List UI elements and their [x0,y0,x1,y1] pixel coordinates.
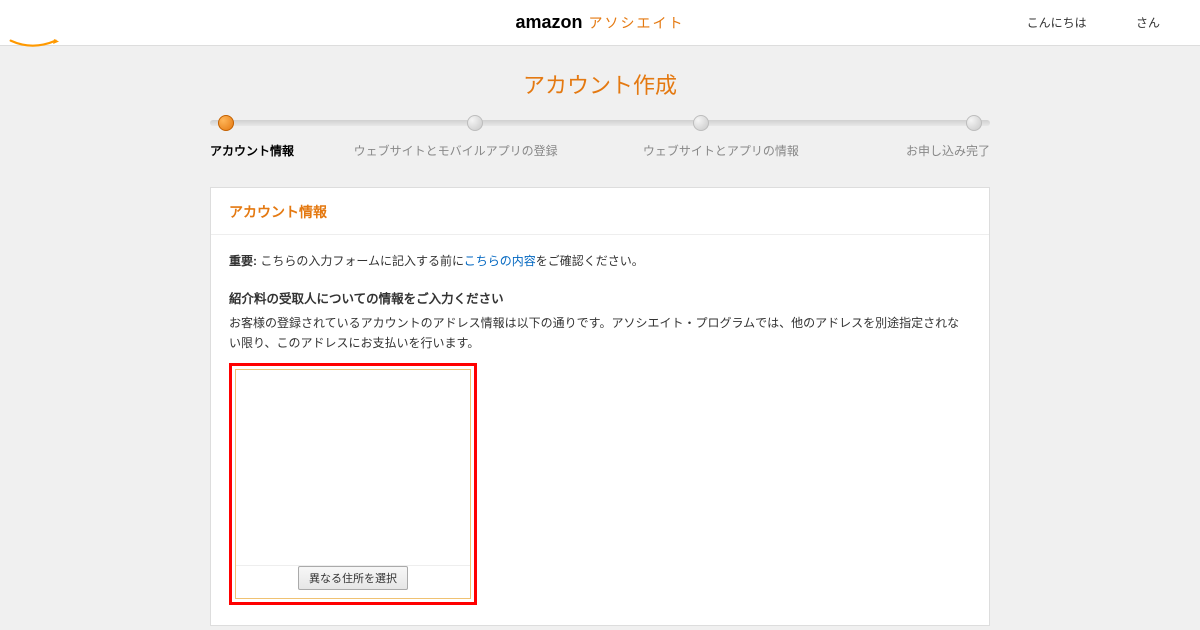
progress-label-4: お申し込み完了 [850,142,990,159]
important-link[interactable]: こちらの内容 [464,254,536,268]
address-highlight-box: 異なる住所を選択 [229,363,477,605]
important-text-before: こちらの入力フォームに記入する前に [257,254,464,268]
page-title: アカウント作成 [0,68,1200,100]
address-box: 異なる住所を選択 [235,369,471,599]
payee-section-desc: お客様の登録されているアカウントのアドレス情報は以下の通りです。アソシエイト・プ… [229,313,971,354]
app-header: amazon アソシエイト こんにちは さん [0,0,1200,46]
important-label: 重要: [229,254,257,268]
important-notice: 重要: こちらの入力フォームに記入する前にこちらの内容をご確認ください。 [229,251,971,271]
progress-track [210,116,990,130]
progress-node-1 [218,115,234,131]
select-different-address-button[interactable]: 異なる住所を選択 [298,566,408,590]
progress-labels: アカウント情報 ウェブサイトとモバイルアプリの登録 ウェブサイトとアプリの情報 … [210,142,990,159]
smile-icon [8,39,60,49]
card-body: 重要: こちらの入力フォームに記入する前にこちらの内容をご確認ください。 紹介料… [211,235,989,625]
progress-node-4 [966,115,982,131]
greeting-prefix: こんにちは [1027,16,1087,30]
logo-primary: amazon [515,12,582,33]
progress-label-2: ウェブサイトとモバイルアプリの登録 [319,142,592,159]
progress-node-3 [693,115,709,131]
progress-node-2 [467,115,483,131]
greeting-suffix: さん [1136,16,1160,30]
progress-bar [210,120,990,126]
card-header: アカウント情報 [211,188,989,235]
payee-section-title: 紹介料の受取人についての情報をご入力ください [229,289,971,310]
logo[interactable]: amazon アソシエイト [515,12,684,33]
account-info-card: アカウント情報 重要: こちらの入力フォームに記入する前にこちらの内容をご確認く… [210,187,990,626]
logo-secondary: アソシエイト [589,13,685,33]
address-separator [236,565,470,566]
important-text-after: をご確認ください。 [536,254,644,268]
progress-stepper: アカウント情報 ウェブサイトとモバイルアプリの登録 ウェブサイトとアプリの情報 … [210,116,990,159]
greeting: こんにちは さん [1027,14,1160,31]
progress-label-3: ウェブサイトとアプリの情報 [592,142,849,159]
progress-label-1: アカウント情報 [210,142,319,159]
